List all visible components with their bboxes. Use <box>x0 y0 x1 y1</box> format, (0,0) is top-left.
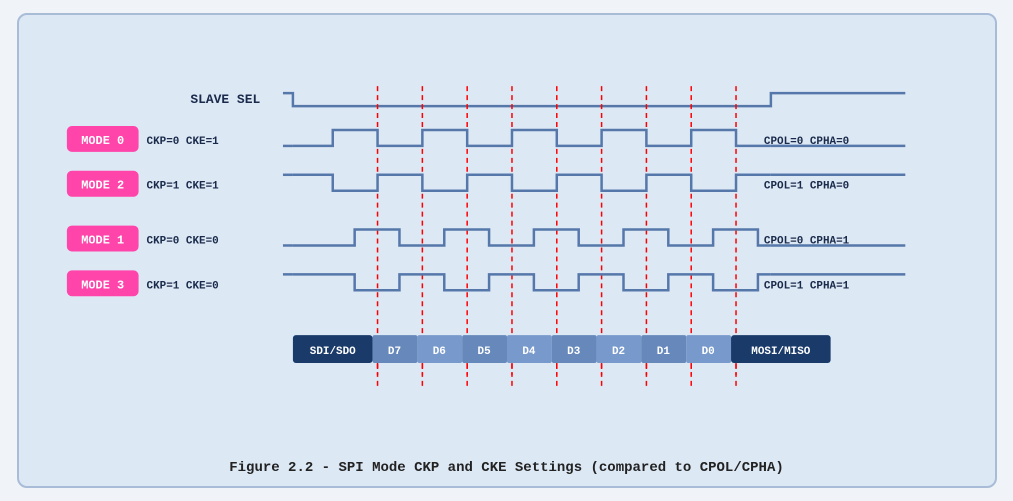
slave-sel-waveform <box>282 93 904 106</box>
outer-container: SLAVE SEL MODE 0 CKP=0 CKE=1 CPOL=0 <box>17 13 997 488</box>
d2-label: D2 <box>611 346 624 358</box>
d4-label: D4 <box>522 346 536 358</box>
mode3-ckp-cke: CKP=1 CKE=0 <box>146 280 218 292</box>
d6-label: D6 <box>432 346 445 358</box>
mode3-waveform <box>292 274 770 290</box>
d1-label: D1 <box>656 346 670 358</box>
d7-label: D7 <box>387 346 400 358</box>
mode0-waveform <box>292 130 770 146</box>
diagram-area: SLAVE SEL MODE 0 CKP=0 CKE=1 CPOL=0 <box>39 33 975 452</box>
mode0-label: MODE 0 <box>81 134 124 148</box>
mode2-cpol-cpha: CPOL=1 CPHA=0 <box>763 181 848 193</box>
mode2-label: MODE 2 <box>81 179 124 193</box>
mode2-ckp-cke: CKP=1 CKE=1 <box>146 181 219 193</box>
diagram-svg: SLAVE SEL MODE 0 CKP=0 CKE=1 CPOL=0 <box>39 33 975 452</box>
mode1-label: MODE 1 <box>81 233 124 247</box>
d3-label: D3 <box>567 346 581 358</box>
mode1-waveform <box>292 230 770 246</box>
mode0-ckp-cke: CKP=0 CKE=1 <box>146 136 219 148</box>
mosimiso-label: MOSI/MISO <box>751 346 811 358</box>
sdisdo-label: SDI/SDO <box>309 346 355 358</box>
figure-caption: Figure 2.2 - SPI Mode CKP and CKE Settin… <box>229 460 784 476</box>
mode3-cpol-cpha: CPOL=1 CPHA=1 <box>763 280 849 292</box>
mode3-label: MODE 3 <box>81 278 124 292</box>
mode2-waveform <box>292 175 770 191</box>
mode1-ckp-cke: CKP=0 CKE=0 <box>146 235 218 247</box>
d5-label: D5 <box>477 346 490 358</box>
slave-sel-label: SLAVE SEL <box>190 92 260 107</box>
d0-label: D0 <box>701 346 714 358</box>
